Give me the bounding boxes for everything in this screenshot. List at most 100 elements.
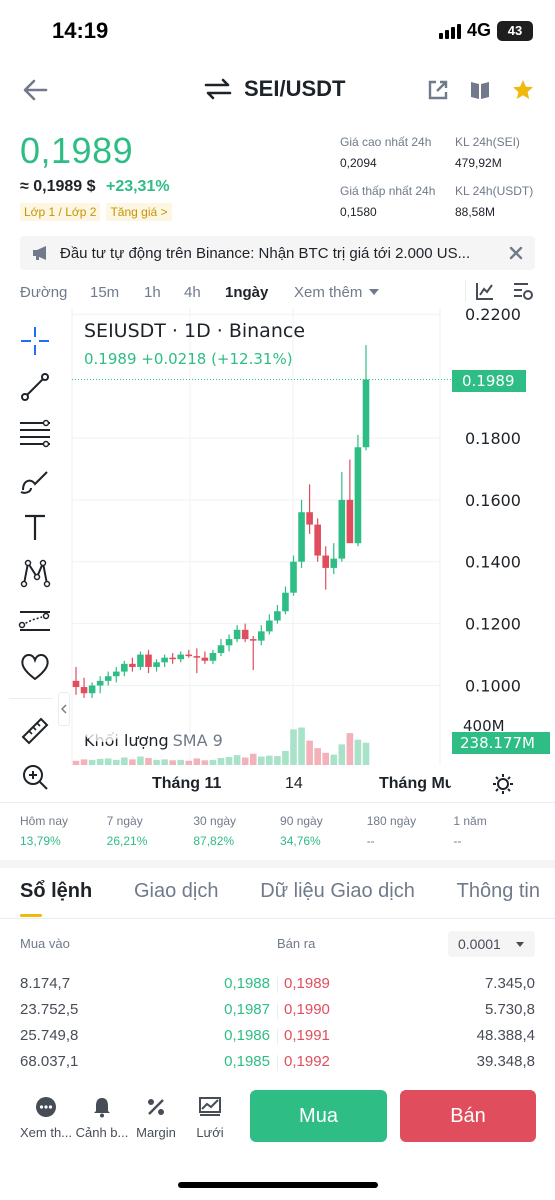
candle-body xyxy=(129,663,136,667)
volume-bar xyxy=(241,757,249,765)
grid-chart-icon xyxy=(199,1097,221,1116)
promo-banner[interactable]: Đầu tư tự động trên Binance: Nhận BTC tr… xyxy=(20,236,535,270)
buy-button[interactable]: Mua xyxy=(250,1090,387,1142)
tf-more[interactable]: Xem thêm xyxy=(294,284,380,301)
nav-actions xyxy=(427,78,535,102)
tf-divider xyxy=(465,280,466,302)
tag-row: Lớp 1 / Lớp 2 Tăng giá > xyxy=(20,203,172,221)
tf-1d[interactable]: 1ngày xyxy=(225,284,268,301)
volume-bar xyxy=(362,742,370,765)
volume-bar xyxy=(233,755,241,765)
tag-gainer[interactable]: Tăng giá > xyxy=(106,203,172,221)
sun-theme-icon[interactable] xyxy=(492,773,514,795)
y-tick-label: 0.1400 xyxy=(465,553,521,572)
chart-subtitle: 0.1989 +0.0218 (+12.31%) xyxy=(84,350,293,368)
tf-1h[interactable]: 1h xyxy=(144,284,161,301)
ask-header: Bán ra xyxy=(277,936,316,951)
candle-body xyxy=(338,499,346,559)
tf-4h[interactable]: 4h xyxy=(184,284,201,301)
candle-body xyxy=(201,657,209,661)
candle-body xyxy=(266,620,273,632)
close-icon[interactable] xyxy=(509,246,523,260)
swap-arrows-icon xyxy=(204,78,232,100)
ruler-icon[interactable] xyxy=(15,714,55,748)
prediction-icon[interactable] xyxy=(15,604,55,638)
chart-settings-icon[interactable] xyxy=(512,281,534,301)
orderbook-row[interactable]: 25.749,8 0,1986 0,1991 48.388,4 xyxy=(20,1027,535,1047)
star-icon[interactable] xyxy=(511,78,535,102)
tag-layer[interactable]: Lớp 1 / Lớp 2 xyxy=(20,203,101,221)
tf-line[interactable]: Đường xyxy=(20,284,67,301)
tab-trades[interactable]: Giao dịch xyxy=(134,880,219,903)
candle-body xyxy=(104,676,112,681)
row-separator xyxy=(277,1055,278,1071)
volume-bar xyxy=(209,759,217,765)
candle-body xyxy=(145,654,152,667)
precision-select[interactable]: 0.0001 xyxy=(448,931,535,957)
grid-label: Lưới xyxy=(196,1125,224,1140)
ask-price: 0,1992 xyxy=(284,1053,330,1070)
perf-value: 34,76% xyxy=(280,834,321,848)
orderbook-row[interactable]: 68.037,1 0,1985 0,1992 39.348,8 xyxy=(20,1053,535,1073)
volume-bar xyxy=(112,759,120,765)
fib-lines-icon[interactable] xyxy=(15,416,55,450)
battery-icon: 43 xyxy=(497,20,533,41)
text-tool-icon[interactable] xyxy=(15,510,55,544)
candle-body xyxy=(169,657,176,660)
chevron-left-icon xyxy=(61,704,67,714)
volume-bar xyxy=(169,760,176,765)
more-dots-icon xyxy=(36,1097,56,1117)
sell-button[interactable]: Bán xyxy=(400,1090,536,1142)
heart-icon[interactable] xyxy=(15,650,55,684)
status-time: 14:19 xyxy=(52,18,109,43)
margin-button[interactable]: Margin xyxy=(128,1095,184,1140)
candle-body xyxy=(362,379,370,448)
bid-price: 0,1988 xyxy=(224,975,270,992)
pair-title: SEI/USDT xyxy=(244,76,346,101)
pattern-icon[interactable] xyxy=(15,556,55,590)
tab-orderbook[interactable]: Sổ lệnh xyxy=(20,880,92,917)
crosshair-icon[interactable] xyxy=(15,324,55,358)
grid-button[interactable]: Lưới xyxy=(182,1095,238,1140)
perf-90d: 90 ngày 34,76% xyxy=(280,814,367,848)
trendline-icon[interactable] xyxy=(15,370,55,404)
more-button[interactable]: Xem th... xyxy=(18,1095,74,1140)
bid-qty: 8.174,7 xyxy=(20,975,71,992)
back-arrow-icon[interactable] xyxy=(20,76,50,104)
collapse-toolbar-handle[interactable] xyxy=(58,692,70,726)
candle-body xyxy=(306,512,313,525)
volume-bar xyxy=(177,759,185,765)
perf-label: 180 ngày xyxy=(366,814,417,828)
y-tick-label: 0.1600 xyxy=(465,491,521,510)
section-divider xyxy=(0,860,555,868)
pair-selector[interactable]: SEI/USDT xyxy=(204,76,345,102)
perf-value: 26,21% xyxy=(106,834,148,848)
alert-button[interactable]: Cảnh b... xyxy=(74,1095,130,1140)
share-external-icon[interactable] xyxy=(427,79,449,101)
volume-bar xyxy=(217,757,225,765)
perf-value: -- xyxy=(453,834,462,848)
volume-bar xyxy=(354,739,362,765)
orderbook-row[interactable]: 8.174,7 0,1988 0,1989 7.345,0 xyxy=(20,975,535,995)
brush-icon[interactable] xyxy=(15,464,55,498)
orderbook-row[interactable]: 23.752,5 0,1987 0,1990 5.730,8 xyxy=(20,1001,535,1021)
indicator-icon[interactable] xyxy=(475,281,495,301)
perf-value: 13,79% xyxy=(20,834,61,848)
book-icon[interactable] xyxy=(469,79,491,101)
zoom-in-icon[interactable] xyxy=(15,760,55,794)
volume-bar xyxy=(346,733,354,765)
bid-qty: 23.752,5 xyxy=(20,1001,79,1018)
tab-info[interactable]: Thông tin xyxy=(457,880,540,903)
y-tick-label: 0.1800 xyxy=(465,429,521,448)
sma-label: SMA 9 xyxy=(172,731,223,750)
high-24h-label: Giá cao nhất 24h xyxy=(340,135,432,149)
volume-bar xyxy=(322,752,330,765)
volume-bar xyxy=(153,759,160,765)
volume-bar xyxy=(185,760,193,765)
volume-bar xyxy=(330,754,338,765)
ask-price: 0,1989 xyxy=(284,975,330,992)
tab-trading-data[interactable]: Dữ liệu Giao dịch xyxy=(260,880,415,903)
tf-15m[interactable]: 15m xyxy=(90,284,119,301)
ask-qty: 39.348,8 xyxy=(476,1053,535,1070)
volume-bar xyxy=(72,760,80,765)
